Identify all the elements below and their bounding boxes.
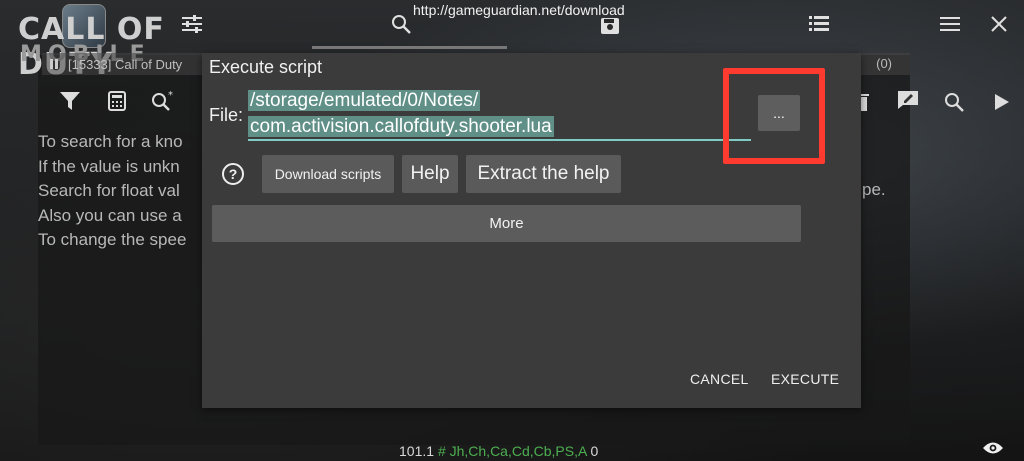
search-icon[interactable] [944,92,964,112]
file-field-underline [248,139,751,141]
help-line: Search for float val [38,181,180,200]
execute-script-dialog: Execute script File: /storage/emulated/0… [202,53,861,408]
file-path-field[interactable]: /storage/emulated/0/Notes/ com.activisio… [248,88,751,140]
process-count: (0) [876,56,892,71]
dialog-title: Execute script [209,57,323,77]
status-value: 101.1 [399,443,435,459]
help-line: If the value is unkn [38,156,180,176]
eye-icon[interactable] [982,441,1004,455]
help-line: To search for a kno [38,132,183,151]
help-button[interactable]: Help [402,155,458,193]
file-label: File: [209,105,244,125]
search-tab-icon[interactable] [391,14,411,34]
execute-button[interactable]: EXECUTE [771,371,839,387]
file-path-line2: com.activision.callofduty.shooter.lua [248,116,554,137]
status-count: 0 [590,443,599,459]
help-circle-icon[interactable]: ? [222,163,244,185]
list-tab-icon[interactable] [809,15,829,33]
url-text: http://gameguardian.net/download [413,2,625,18]
play-icon[interactable] [995,94,1009,110]
close-icon[interactable] [991,16,1007,32]
status-flags: # Jh,Ch,Ca,Cd,Cb,PS,A [437,443,587,459]
file-path-line1: /storage/emulated/0/Notes/ [248,90,481,111]
settings-sliders-icon[interactable] [181,14,203,34]
edit-comment-icon[interactable] [897,90,919,110]
cancel-button[interactable]: CANCEL [690,371,749,387]
help-line: To change the spee [38,230,187,249]
svg-text:*: * [168,90,173,101]
process-label: [15333] Call of Duty [68,56,183,72]
active-tab-indicator [312,46,507,49]
help-line-tail: pe. [862,180,886,199]
help-line: Also you can use a [38,205,182,225]
pause-icon[interactable] [50,59,58,69]
calculator-icon[interactable] [108,91,126,111]
fuzzy-search-icon[interactable]: * [151,90,175,112]
menu-icon[interactable] [940,16,960,32]
filter-icon[interactable] [60,92,80,110]
status-bar: 101.1 # Jh,Ch,Ca,Cd,Cb,PS,A 0 [399,443,598,459]
help-text: To search for a kno If the value is unkn… [38,130,186,253]
download-scripts-button[interactable]: Download scripts [262,155,394,193]
more-button[interactable]: More [212,205,801,242]
extract-help-button[interactable]: Extract the help [466,155,621,193]
annotation-highlight-box [723,68,825,164]
save-list-icon[interactable] [600,17,620,35]
